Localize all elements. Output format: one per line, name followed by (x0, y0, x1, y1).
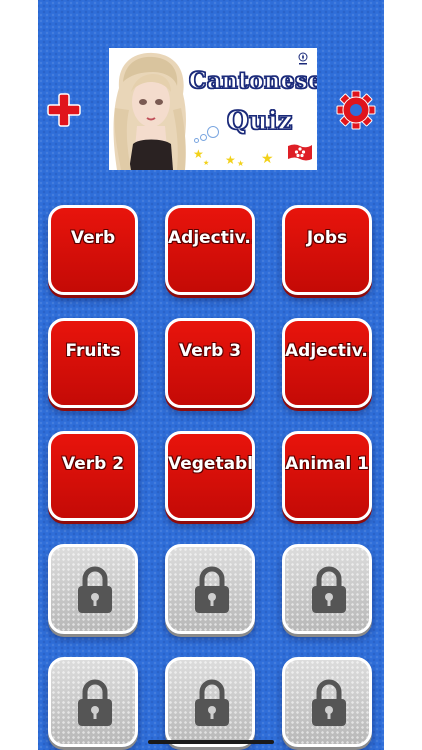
topic-tile[interactable]: Verb (48, 205, 138, 295)
topic-label: Vegetabl... (168, 454, 252, 474)
lock-icon (195, 679, 229, 726)
topic-tile[interactable]: Jobs (282, 205, 372, 295)
locked-tile[interactable] (165, 544, 255, 634)
topic-grid: Verb Adjectiv... Jobs Fruits Verb 3 Adje… (38, 0, 384, 750)
topic-label: Adjectiv... (285, 341, 369, 361)
locked-tile[interactable] (282, 544, 372, 634)
topic-tile[interactable]: Verb 3 (165, 318, 255, 408)
locked-tile[interactable] (165, 657, 255, 747)
topic-label: Fruits (65, 341, 121, 361)
topic-tile[interactable]: Animal 1 (282, 431, 372, 521)
topic-tile[interactable]: Adjectiv... (282, 318, 372, 408)
topic-label: Verb (70, 228, 116, 248)
app-screen: Cantonese Quiz ★ ★ ★ ★ ★ Verb Adjectiv. … (38, 0, 384, 750)
lock-icon (78, 679, 112, 726)
topic-label: Animal 1 (285, 454, 369, 474)
locked-tile[interactable] (282, 657, 372, 747)
locked-tile[interactable] (48, 657, 138, 747)
topic-tile[interactable]: Vegetabl... (165, 431, 255, 521)
home-indicator[interactable] (148, 740, 274, 744)
lock-icon (312, 566, 346, 613)
locked-tile[interactable] (48, 544, 138, 634)
lock-icon (312, 679, 346, 726)
lock-icon (78, 566, 112, 613)
topic-label: Jobs (306, 228, 348, 248)
topic-tile[interactable]: Fruits (48, 318, 138, 408)
topic-label: Adjectiv... (168, 228, 252, 248)
lock-icon (195, 566, 229, 613)
topic-label: Verb 2 (61, 454, 125, 474)
topic-tile[interactable]: Verb 2 (48, 431, 138, 521)
topic-label: Verb 3 (178, 341, 242, 361)
topic-tile[interactable]: Adjectiv... (165, 205, 255, 295)
